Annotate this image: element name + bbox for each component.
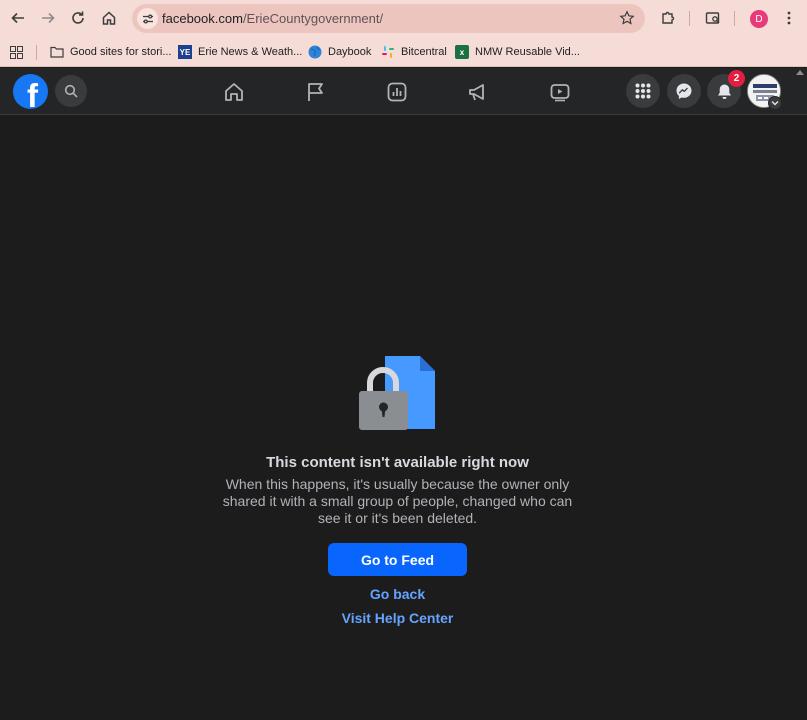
- toolbar-separator: [734, 11, 735, 26]
- pages-flag-icon: [308, 83, 323, 101]
- go-to-feed-button[interactable]: Go to Feed: [328, 543, 467, 576]
- tab-search-button[interactable]: [701, 6, 725, 30]
- reload-button[interactable]: [66, 6, 90, 30]
- facebook-navbar: f 2: [0, 68, 807, 115]
- locked-content-icon: [359, 356, 435, 430]
- bookmark-item[interactable]: Daybook: [308, 44, 371, 60]
- bookmark-item[interactable]: x NMW Reusable Vid...: [455, 44, 580, 60]
- menu-button[interactable]: [626, 74, 660, 108]
- toolbar-separator: [689, 11, 690, 26]
- globe-icon: [308, 45, 322, 59]
- tab-search-icon: [705, 12, 720, 24]
- page-description: When this happens, it's usually because …: [222, 476, 573, 526]
- menu-grid-icon: [635, 83, 651, 99]
- extensions-button[interactable]: [656, 6, 680, 30]
- folder-icon: [50, 45, 64, 59]
- back-button[interactable]: [6, 6, 30, 30]
- bookmark-star-icon[interactable]: [619, 10, 635, 26]
- search-button[interactable]: [55, 75, 87, 107]
- home-icon: [225, 83, 243, 101]
- arrow-left-icon: [11, 12, 24, 24]
- bookmark-label: NMW Reusable Vid...: [475, 46, 580, 58]
- profile-avatar[interactable]: D: [750, 10, 768, 28]
- forward-button[interactable]: [36, 6, 60, 30]
- address-bar[interactable]: facebook.com/ErieCountygovernment/: [132, 4, 645, 33]
- url-text: facebook.com/ErieCountygovernment/: [162, 11, 383, 26]
- bookmark-label: Erie News & Weath...: [198, 46, 303, 58]
- dashboard-icon: [387, 82, 407, 102]
- account-chevron-down-icon[interactable]: [768, 96, 782, 110]
- nav-home[interactable]: [222, 80, 246, 104]
- puzzle-icon: [662, 11, 675, 24]
- bookmarks-bar: Good sites for stori... YE Erie News & W…: [0, 37, 807, 67]
- home-button[interactable]: [97, 6, 121, 30]
- excel-icon: x: [455, 45, 469, 59]
- url-host: facebook.com: [162, 11, 243, 26]
- bookmark-item[interactable]: YE Erie News & Weath...: [178, 44, 302, 60]
- bookmark-label: Bitcentral: [401, 46, 447, 58]
- nav-dashboard[interactable]: [385, 80, 409, 104]
- slack-icon: [381, 45, 395, 59]
- video-icon: [550, 84, 570, 102]
- go-back-link[interactable]: Go back: [0, 586, 795, 602]
- bookmark-item[interactable]: Bitcentral: [381, 44, 447, 60]
- apps-button[interactable]: [10, 44, 23, 60]
- bookmark-label: Daybook: [328, 46, 372, 58]
- notification-count-badge: 2: [728, 70, 745, 87]
- arrow-right-icon: [42, 12, 55, 24]
- visit-help-center-link[interactable]: Visit Help Center: [0, 610, 795, 626]
- nav-video[interactable]: [548, 80, 572, 104]
- page-title: This content isn't available right now: [266, 454, 529, 471]
- notifications-bell-icon: [717, 84, 731, 99]
- messenger-icon: [676, 83, 692, 99]
- nav-pages[interactable]: [304, 80, 328, 104]
- reload-icon: [72, 11, 84, 24]
- nav-ads[interactable]: [466, 80, 490, 104]
- bookmarks-separator: [36, 45, 37, 60]
- browser-menu-button[interactable]: [777, 6, 801, 30]
- url-path: /ErieCountygovernment/: [242, 11, 384, 26]
- bookmark-label: Good sites for stori...: [70, 46, 172, 58]
- kebab-menu-icon: [787, 11, 791, 25]
- home-icon: [102, 11, 116, 25]
- bookmark-item[interactable]: Good sites for stori...: [50, 44, 171, 60]
- ye-icon: YE: [178, 45, 192, 59]
- site-info-icon[interactable]: [137, 8, 158, 29]
- apps-grid-icon: [10, 45, 23, 59]
- search-icon: [64, 84, 78, 98]
- browser-toolbar: facebook.com/ErieCountygovernment/ D: [0, 0, 807, 37]
- messenger-button[interactable]: [667, 74, 701, 108]
- scrollbar-up-arrow[interactable]: [796, 70, 804, 75]
- ads-megaphone-icon: [469, 84, 484, 101]
- facebook-logo-icon[interactable]: f: [13, 74, 48, 109]
